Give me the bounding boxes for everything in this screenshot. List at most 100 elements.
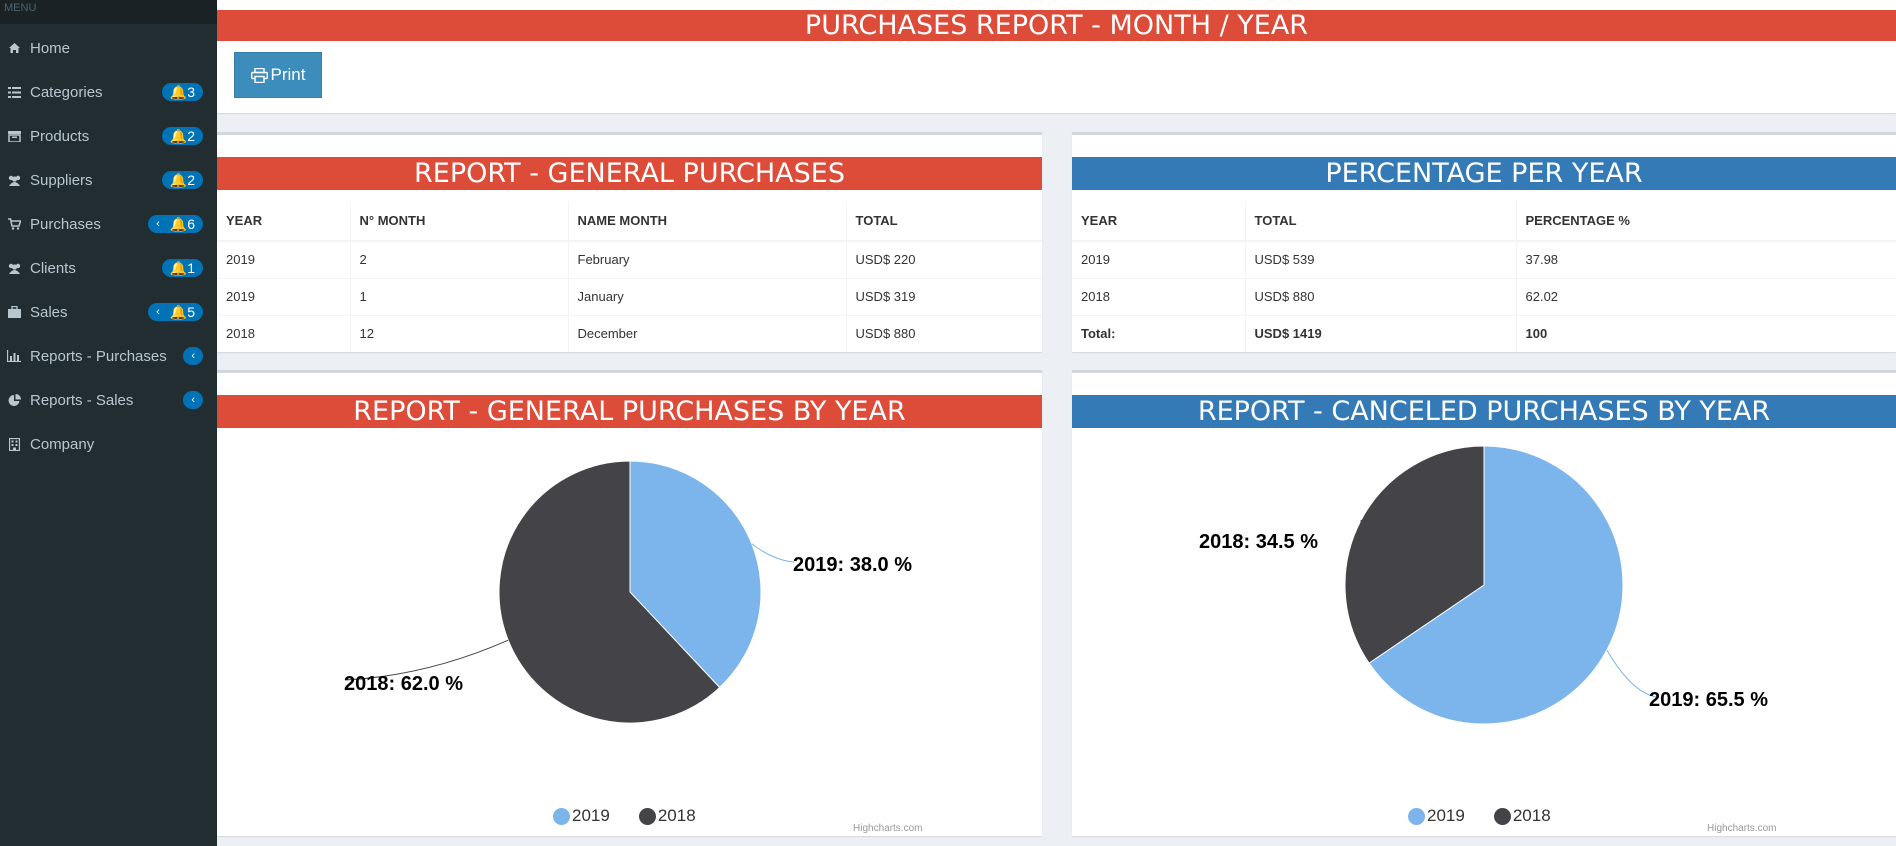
bell-icon: 🔔 (169, 259, 188, 276)
users-icon (6, 175, 22, 186)
expand-badge: ‹ (183, 347, 203, 365)
legend-item[interactable]: 2019 (1408, 806, 1465, 826)
table-cell: USD$ 319 (845, 277, 1042, 315)
table-cell: USD$ 880 (845, 314, 1042, 352)
bell-icon: 🔔 (169, 171, 188, 188)
sidebar-item-categories[interactable]: Categories 🔔 3 (0, 72, 217, 112)
page-title: PURCHASES REPORT - MONTH / YEAR (217, 10, 1896, 41)
table-cell: USD$ 539 (1244, 240, 1516, 278)
table-row: 2018 12 December USD$ 880 (217, 314, 1042, 352)
sidebar-item-clients[interactable]: Clients 🔔 1 (0, 248, 217, 288)
sidebar-item-sales[interactable]: Sales ‹ 🔔 5 (0, 292, 217, 332)
table-cell: February (567, 240, 846, 278)
table-cell: 100 (1515, 314, 1896, 352)
percentage-per-year-table: YEAR TOTAL PERCENTAGE % 2019 USD$ 539 37… (1072, 201, 1896, 352)
legend-item[interactable]: 2019 (553, 806, 610, 826)
cart-icon (6, 218, 22, 230)
chevron-left-icon: ‹ (191, 350, 195, 362)
table-row: 2019 2 February USD$ 220 (217, 240, 1042, 278)
general-purchases-table: YEAR N° MONTH NAME MONTH TOTAL 2019 2 Fe… (217, 201, 1042, 352)
main-content: PURCHASES REPORT - MONTH / YEAR Print RE… (217, 0, 1896, 846)
header-box: PURCHASES REPORT - MONTH / YEAR Print (217, 0, 1896, 113)
table-cell: 37.98 (1515, 240, 1896, 278)
general-purchases-chart-box: REPORT - GENERAL PURCHASES BY YEAR 2019:… (217, 370, 1042, 836)
pie-data-label: 2018: 34.5 % (1199, 531, 1318, 553)
legend-marker (1493, 807, 1511, 825)
pie-data-label: 2018: 62.0 % (344, 673, 463, 695)
print-button[interactable]: Print (234, 52, 322, 98)
chart-credits[interactable]: Highcharts.com (853, 823, 922, 834)
pie-data-label: 2019: 38.0 % (793, 554, 912, 576)
percentage-per-year-title: PERCENTAGE PER YEAR (1072, 157, 1896, 190)
column-header: YEAR (217, 201, 350, 242)
column-header: N° MONTH (349, 201, 568, 242)
notification-badge: 🔔 1 (161, 259, 203, 277)
chevron-left-icon: ‹ (191, 394, 195, 406)
general-purchases-title: REPORT - GENERAL PURCHASES (217, 157, 1042, 190)
pie-chart (344, 460, 795, 724)
table-cell: 2018 (1072, 277, 1245, 315)
table-cell: 2019 (1072, 240, 1245, 278)
expand-badge: ‹ (183, 391, 203, 409)
column-header: TOTAL (845, 201, 1042, 242)
legend-item[interactable]: 2018 (1493, 806, 1551, 826)
legend-marker (1408, 807, 1425, 825)
column-header: PERCENTAGE % (1515, 201, 1896, 242)
chart-legend: 2019 2018 (1408, 806, 1580, 826)
table-row: 2019 USD$ 539 37.98 (1072, 240, 1896, 278)
sidebar-item-label: Home (30, 39, 71, 57)
pie-chart (1344, 445, 1657, 725)
sidebar-item-suppliers[interactable]: Suppliers 🔔 2 (0, 160, 217, 200)
print-label: Print (270, 65, 306, 84)
briefcase-icon (6, 306, 22, 318)
chart-credits[interactable]: Highcharts.com (1707, 823, 1776, 834)
column-header: TOTAL (1244, 201, 1516, 242)
notification-badge: ‹ 🔔 5 (148, 303, 203, 321)
sidebar-item-reports-sales[interactable]: Reports - Sales ‹ (0, 380, 217, 420)
notification-badge: 🔔 2 (161, 127, 203, 145)
products-icon (6, 130, 22, 142)
pie-data-label: 2019: 65.5 % (1649, 689, 1768, 711)
sidebar-item-label: Company (30, 435, 95, 453)
pie-connector-2019 (751, 543, 795, 563)
bell-icon: 🔔 (169, 127, 188, 144)
table-cell: 12 (349, 314, 568, 352)
users-icon (6, 263, 22, 274)
list-icon (6, 86, 22, 98)
table-cell: December (567, 314, 846, 352)
column-header: YEAR (1072, 201, 1245, 242)
sidebar-item-reports-purchases[interactable]: Reports - Purchases ‹ (0, 336, 217, 376)
table-cell: 2019 (217, 240, 350, 278)
column-header: NAME MONTH (567, 201, 846, 242)
legend-marker (638, 807, 656, 825)
percentage-per-year-box: PERCENTAGE PER YEAR YEAR TOTAL PERCENTAG… (1072, 132, 1896, 352)
legend-marker (553, 807, 570, 825)
table-cell: USD$ 220 (845, 240, 1042, 278)
notification-badge: ‹ 🔔 6 (148, 215, 203, 233)
sidebar-item-purchases[interactable]: Purchases ‹ 🔔 6 (0, 204, 217, 244)
print-icon (250, 67, 268, 83)
chevron-left-icon: ‹ (156, 218, 160, 230)
table-cell: 2019 (217, 277, 350, 315)
canceled-purchases-chart-box: REPORT - CANCELED PURCHASES BY YEAR 2019… (1072, 370, 1896, 836)
pie-chart-icon (6, 393, 22, 407)
sidebar: MENU Home Categories 🔔 3 Products 🔔 2 Supp… (0, 0, 217, 846)
sidebar-item-company[interactable]: Company (0, 424, 217, 464)
bell-icon: 🔔 (169, 215, 188, 232)
general-purchases-box: REPORT - GENERAL PURCHASES YEAR N° MONTH… (217, 132, 1042, 352)
table-cell: Total: (1072, 314, 1245, 352)
chart-title: REPORT - CANCELED PURCHASES BY YEAR (1072, 395, 1896, 428)
chart-legend: 2019 2018 (553, 806, 725, 826)
menu-header: MENU (0, 0, 217, 24)
table-cell: 1 (349, 277, 568, 315)
sidebar-item-products[interactable]: Products 🔔 2 (0, 116, 217, 156)
table-cell: USD$ 880 (1244, 277, 1516, 315)
home-icon (6, 42, 22, 54)
legend-item[interactable]: 2018 (638, 806, 696, 826)
bell-icon: 🔔 (169, 303, 188, 320)
table-row: 2018 USD$ 880 62.02 (1072, 277, 1896, 315)
sidebar-item-home[interactable]: Home (0, 28, 217, 68)
table-cell: 62.02 (1515, 277, 1896, 315)
table-row: 2019 1 January USD$ 319 (217, 277, 1042, 315)
table-cell: 2 (349, 240, 568, 278)
